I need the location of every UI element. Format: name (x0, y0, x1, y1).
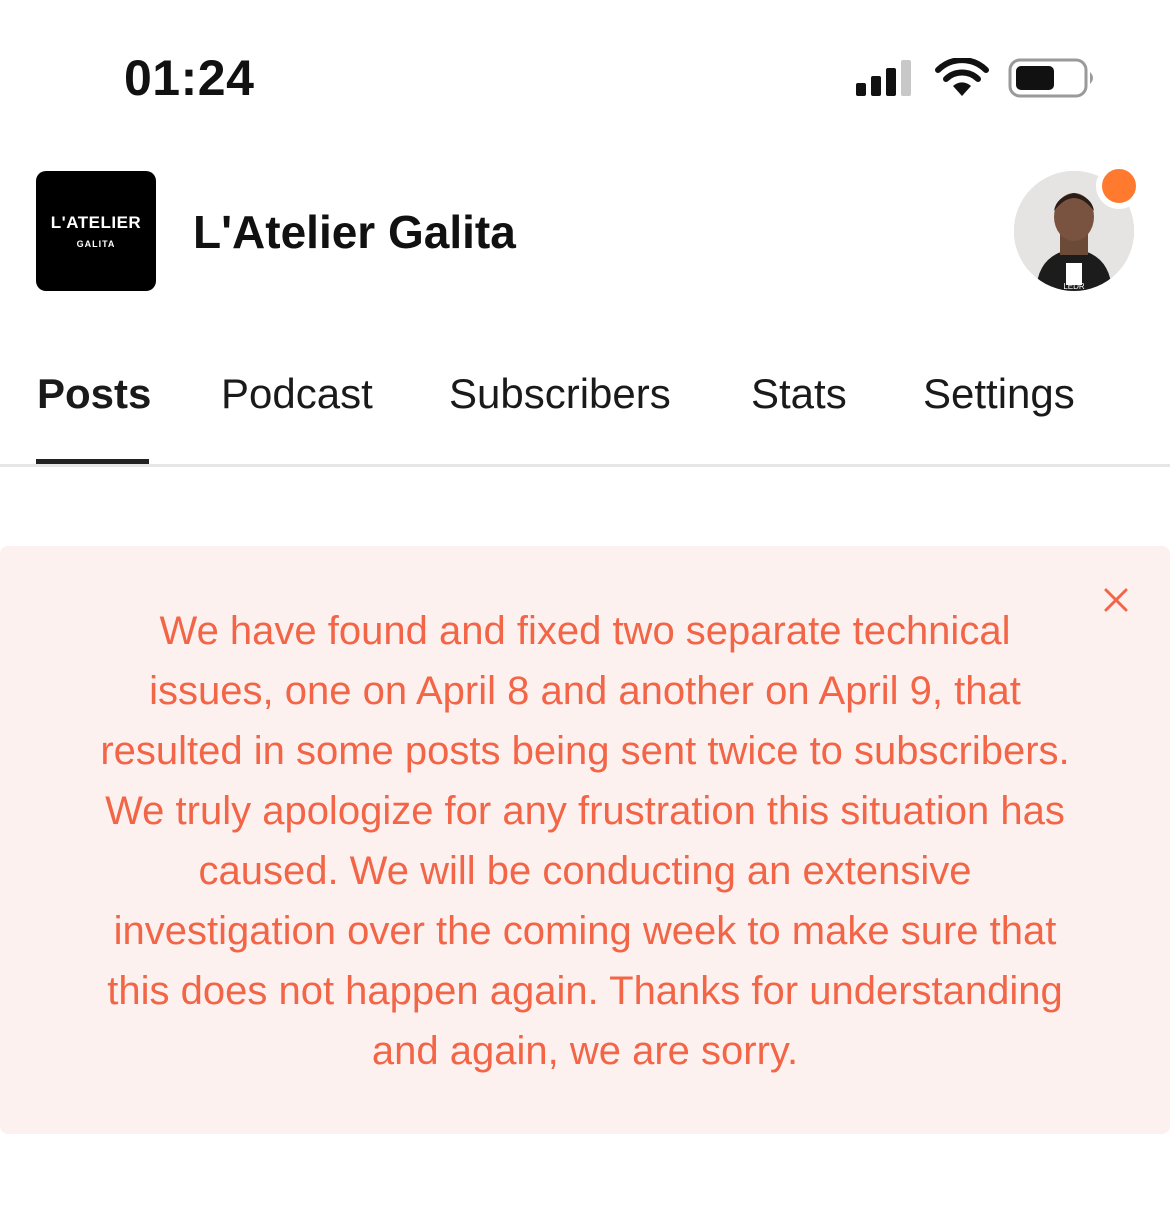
publication-logo[interactable]: L'ATELIER GALITA (36, 171, 156, 291)
notification-badge (1096, 163, 1142, 209)
battery-icon (1008, 58, 1093, 98)
publication-title[interactable]: L'Atelier Galita (193, 204, 516, 260)
wifi-icon (935, 58, 989, 96)
tab-posts[interactable]: Posts (37, 368, 151, 420)
status-icons (852, 56, 1102, 100)
cellular-signal-icon (856, 60, 911, 96)
logo-line-2: GALITA (76, 239, 116, 249)
tab-bar: Posts Podcast Subscribers Stats Settings (0, 360, 1170, 468)
logo-line-1: L'ATELIER (50, 213, 142, 232)
tabs-divider (0, 464, 1170, 467)
tab-stats[interactable]: Stats (751, 368, 847, 420)
tab-podcast[interactable]: Podcast (221, 368, 373, 420)
tab-subscribers[interactable]: Subscribers (449, 368, 671, 420)
tab-settings[interactable]: Settings (923, 368, 1075, 420)
svg-text:LEDR: LEDR (1063, 282, 1085, 291)
close-icon[interactable] (1100, 584, 1132, 616)
notice-message: We have found and fixed two separate tec… (100, 609, 1070, 1073)
status-time: 01:24 (124, 50, 255, 106)
app-screen: 01:24 L'ATELIER GALITA L'Atelier Galita (0, 0, 1170, 1228)
